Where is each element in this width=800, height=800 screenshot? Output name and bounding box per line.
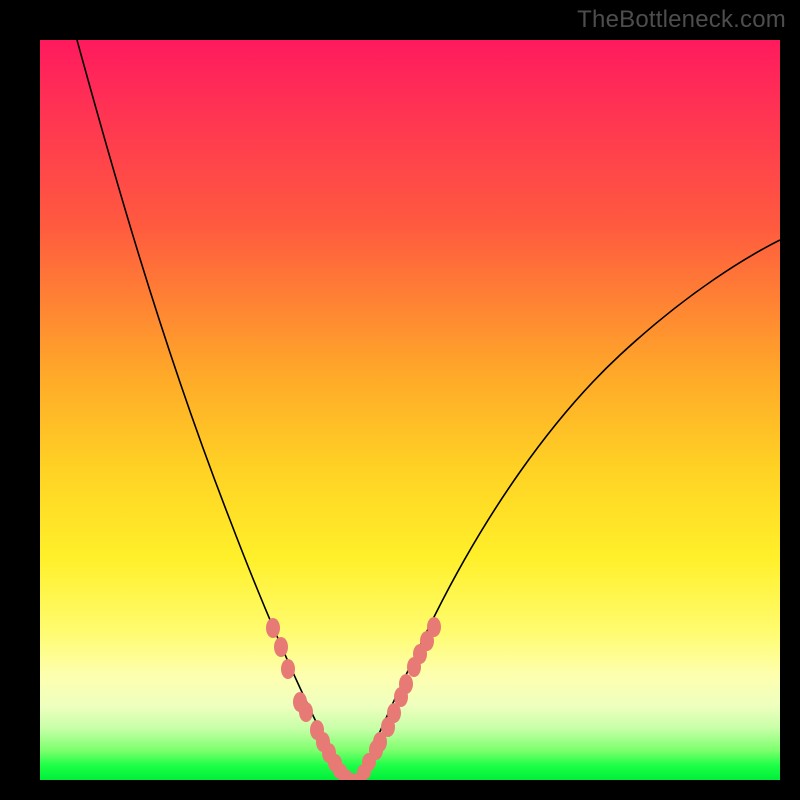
data-dot xyxy=(399,674,413,694)
plot-area xyxy=(40,40,780,780)
left-curve xyxy=(77,40,346,780)
right-dot-cluster xyxy=(351,617,441,780)
curve-layer xyxy=(40,40,780,780)
data-dot xyxy=(274,637,288,657)
data-dot xyxy=(427,617,441,637)
outer-frame: TheBottleneck.com xyxy=(0,0,800,800)
data-dot xyxy=(266,618,280,638)
right-curve xyxy=(358,240,780,780)
data-dot xyxy=(281,659,295,679)
left-dot-cluster xyxy=(266,618,358,780)
data-dot xyxy=(299,702,313,722)
watermark-text: TheBottleneck.com xyxy=(577,6,786,34)
